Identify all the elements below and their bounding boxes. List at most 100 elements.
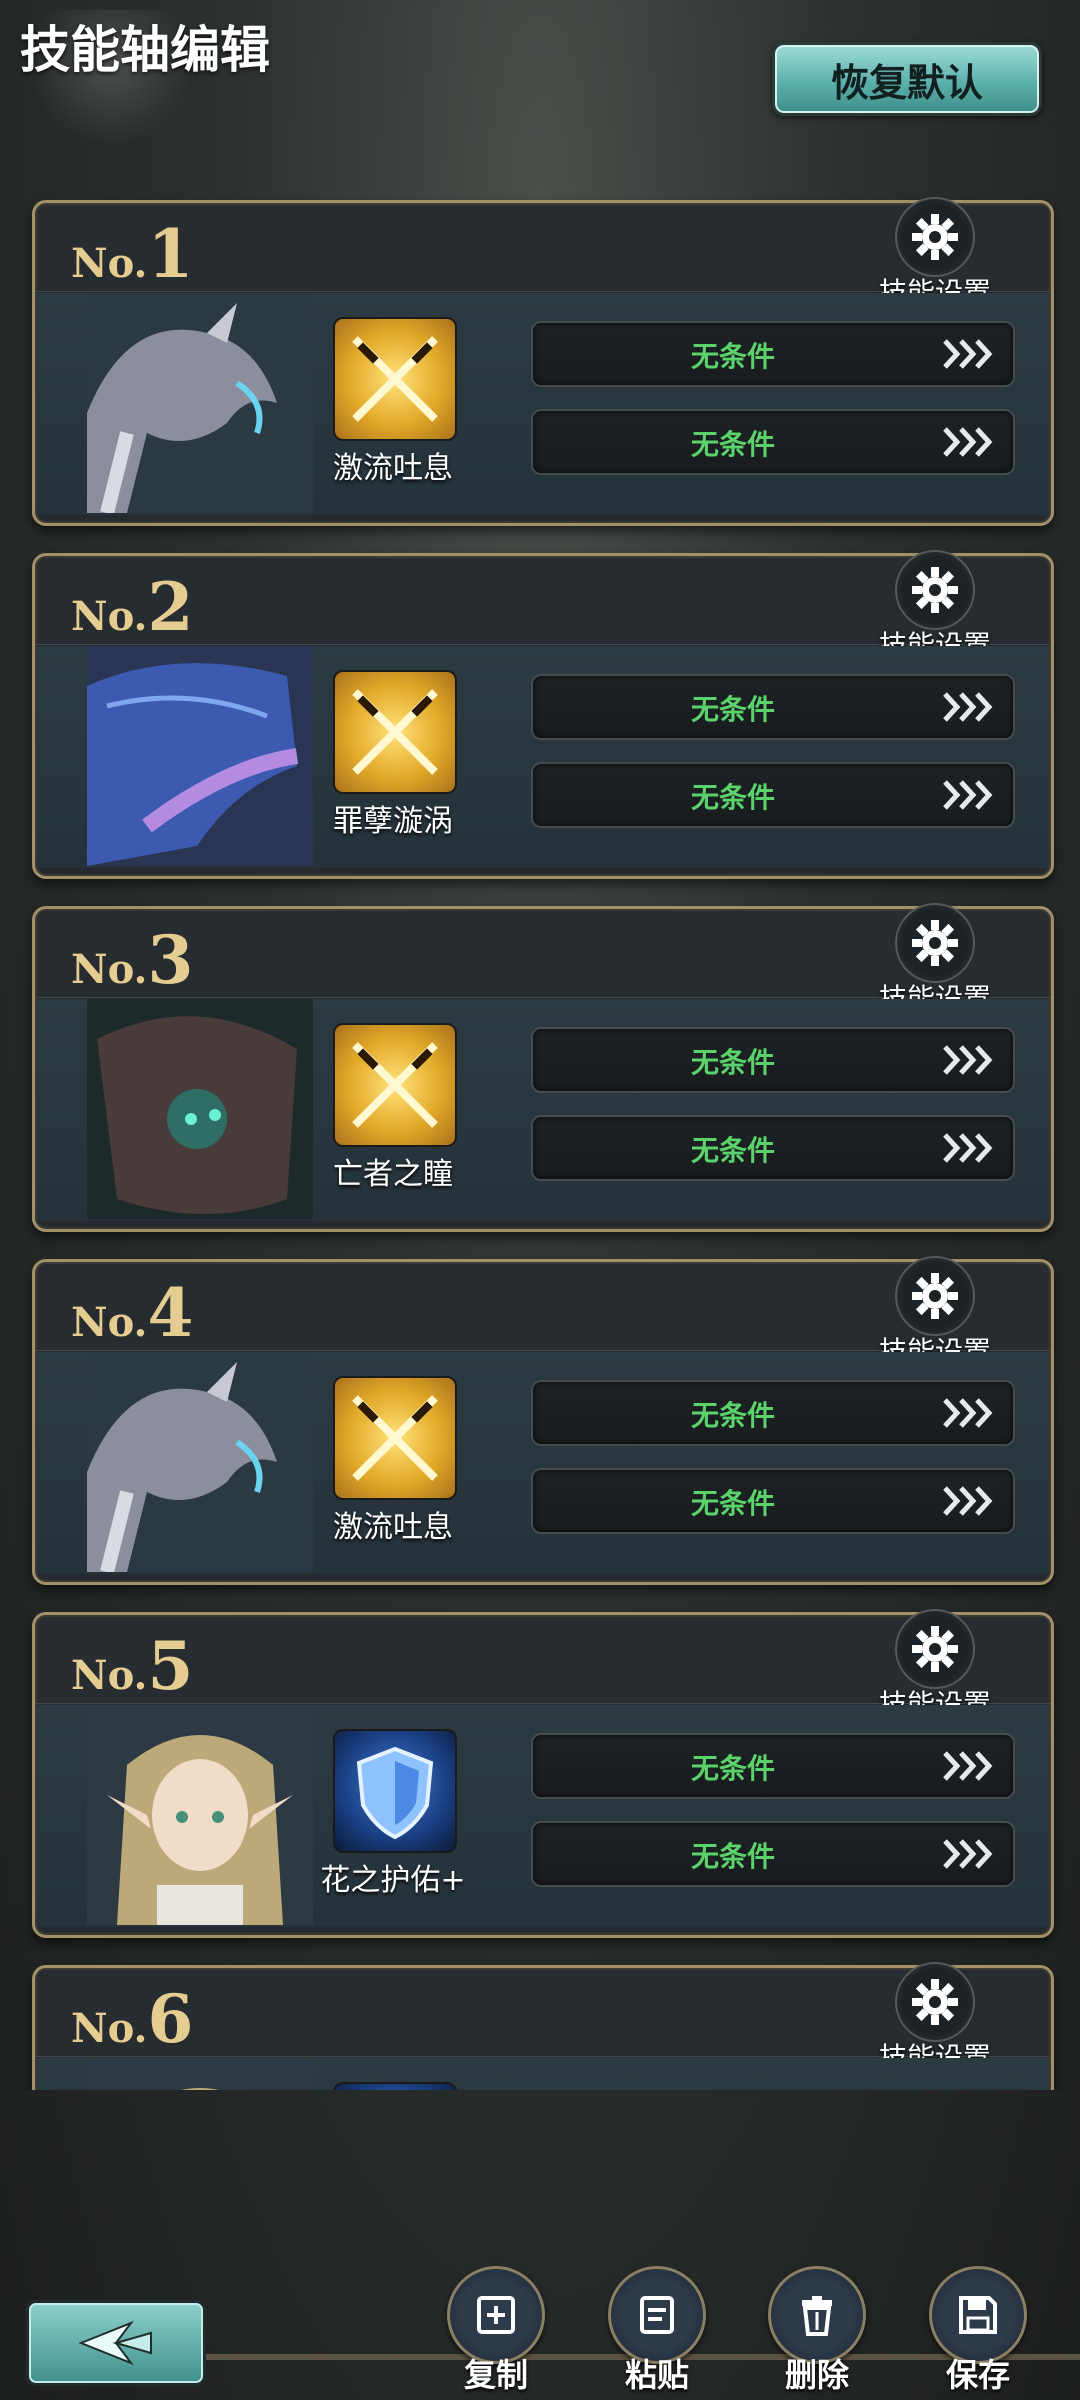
condition-label: 无条件 (690, 428, 775, 461)
paste-label: 粘贴 (624, 2356, 689, 2394)
back-button[interactable] (26, 2300, 206, 2386)
gear-icon (895, 903, 975, 983)
condition-label: 无条件 (690, 1134, 775, 1167)
slot-number: No.2 (71, 574, 193, 640)
slot-number-prefix: No. (71, 1652, 148, 1699)
skill-name: 亡者之瞳 (333, 1157, 453, 1192)
copy-label: 复制 (463, 2356, 528, 2394)
skill-slot-card[interactable]: No.1 技能设置 激流吐息 无条件 无条件 (32, 197, 1054, 526)
character-portrait (87, 1352, 313, 1572)
slot-number-prefix: No. (71, 240, 148, 287)
card-body: 花之护佑+ 无条件 无条件 (37, 1705, 1049, 1927)
paste-icon (640, 2296, 674, 2334)
character-portrait (87, 646, 313, 866)
crossed-swords-icon[interactable] (333, 317, 457, 441)
copy-button[interactable]: 复制 (436, 2266, 556, 2396)
triple-chevron-right-icon (941, 1749, 997, 1787)
slot-number-digit: 1 (147, 215, 194, 293)
character-portrait (87, 2058, 313, 2090)
slot-number: No.5 (71, 1633, 193, 1699)
card-header: No.1 技能设置 (35, 197, 1051, 309)
crossed-swords-icon[interactable] (333, 670, 457, 794)
triple-chevron-right-icon (941, 778, 997, 816)
card-header: No.3 技能设置 (35, 903, 1051, 1015)
skill-slot-card[interactable]: No.2 技能设置 罪孽漩涡 无条件 无条件 (32, 550, 1054, 879)
shield-icon[interactable] (333, 2082, 457, 2090)
skill-name: 激流吐息 (333, 451, 453, 486)
slot-number: No.4 (71, 1280, 193, 1346)
gear-icon (895, 1609, 975, 1689)
save-button[interactable]: 保存 (918, 2266, 1038, 2396)
condition-button[interactable]: 无条件 (531, 1733, 1015, 1799)
slot-number-digit: 2 (147, 568, 194, 646)
condition-button[interactable]: 无条件 (531, 1027, 1015, 1093)
gear-icon (895, 197, 975, 277)
condition-button[interactable]: 无条件 (531, 1468, 1015, 1534)
skill-slot-card[interactable]: No.6 技能设置 (32, 1962, 1054, 2090)
trash-icon (802, 2296, 832, 2336)
slot-number: No.6 (71, 1986, 193, 2052)
card-body: 激流吐息 无条件 无条件 (37, 293, 1049, 515)
card-body: 激流吐息 无条件 无条件 (37, 1352, 1049, 1574)
skill-slot-card[interactable]: No.3 技能设置 亡者之瞳 无条件 无条件 (32, 903, 1054, 1232)
triple-chevron-right-icon (941, 1131, 997, 1169)
triple-chevron-right-icon (941, 425, 997, 463)
triple-chevron-right-icon (941, 1043, 997, 1081)
back-arrow-icon (78, 2320, 152, 2366)
skill-slot-card[interactable]: No.4 技能设置 激流吐息 无条件 无条件 (32, 1256, 1054, 1585)
character-portrait (87, 1705, 313, 1925)
condition-button[interactable]: 无条件 (531, 1821, 1015, 1887)
skill-name: 花之护佑+ (320, 1863, 466, 1898)
condition-button[interactable]: 无条件 (531, 674, 1015, 740)
slot-number: No.3 (71, 927, 193, 993)
skill-rotation-list[interactable]: No.1 技能设置 激流吐息 无条件 无条件 No.2 (0, 190, 1080, 2090)
triple-chevron-right-icon (941, 690, 997, 728)
page-title: 技能轴编辑 (20, 20, 270, 79)
condition-button[interactable]: 无条件 (531, 1115, 1015, 1181)
character-portrait (87, 999, 313, 1219)
condition-label: 无条件 (690, 340, 775, 373)
triple-chevron-right-icon (941, 337, 997, 375)
condition-label: 无条件 (690, 693, 775, 726)
slot-number-prefix: No. (71, 1299, 148, 1346)
slot-number-digit: 5 (147, 1627, 194, 1705)
slot-number-digit: 6 (147, 1980, 194, 2058)
card-header: No.6 技能设置 (35, 1962, 1051, 2074)
gear-icon (895, 1962, 975, 2042)
card-body (37, 2058, 1049, 2090)
slot-number-digit: 4 (147, 1274, 194, 1352)
delete-label: 删除 (784, 2356, 849, 2394)
slot-number: No.1 (71, 221, 193, 287)
condition-button[interactable]: 无条件 (531, 321, 1015, 387)
copy-icon (477, 2296, 515, 2334)
condition-button[interactable]: 无条件 (531, 409, 1015, 475)
triple-chevron-right-icon (941, 1837, 997, 1875)
slot-number-prefix: No. (71, 2005, 148, 2052)
crossed-swords-icon[interactable] (333, 1023, 457, 1147)
delete-button[interactable]: 删除 (757, 2266, 877, 2396)
reset-default-button[interactable]: 恢复默认 (772, 42, 1042, 116)
condition-button[interactable]: 无条件 (531, 1380, 1015, 1446)
gear-icon (895, 1256, 975, 1336)
shield-icon[interactable] (333, 1729, 457, 1853)
gear-icon (895, 550, 975, 630)
bottom-toolbar: 复制 粘贴 删除 保存 (0, 2250, 1080, 2400)
skill-name: 罪孽漩涡 (333, 804, 453, 839)
card-header: No.2 技能设置 (35, 550, 1051, 662)
slot-number-prefix: No. (71, 593, 148, 640)
paste-button[interactable]: 粘贴 (597, 2266, 717, 2396)
card-body: 罪孽漩涡 无条件 无条件 (37, 646, 1049, 868)
card-header: No.5 技能设置 (35, 1609, 1051, 1721)
crossed-swords-icon[interactable] (333, 1376, 457, 1500)
skill-slot-card[interactable]: No.5 技能设置 花之护佑+ 无条件 无条件 (32, 1609, 1054, 1938)
condition-button[interactable]: 无条件 (531, 762, 1015, 828)
card-header: No.4 技能设置 (35, 1256, 1051, 1368)
condition-label: 无条件 (690, 1752, 775, 1785)
condition-label: 无条件 (690, 781, 775, 814)
condition-label: 无条件 (690, 1399, 775, 1432)
save-icon (959, 2296, 997, 2334)
condition-label: 无条件 (690, 1046, 775, 1079)
triple-chevron-right-icon (941, 1484, 997, 1522)
card-body: 亡者之瞳 无条件 无条件 (37, 999, 1049, 1221)
save-label: 保存 (945, 2356, 1010, 2394)
